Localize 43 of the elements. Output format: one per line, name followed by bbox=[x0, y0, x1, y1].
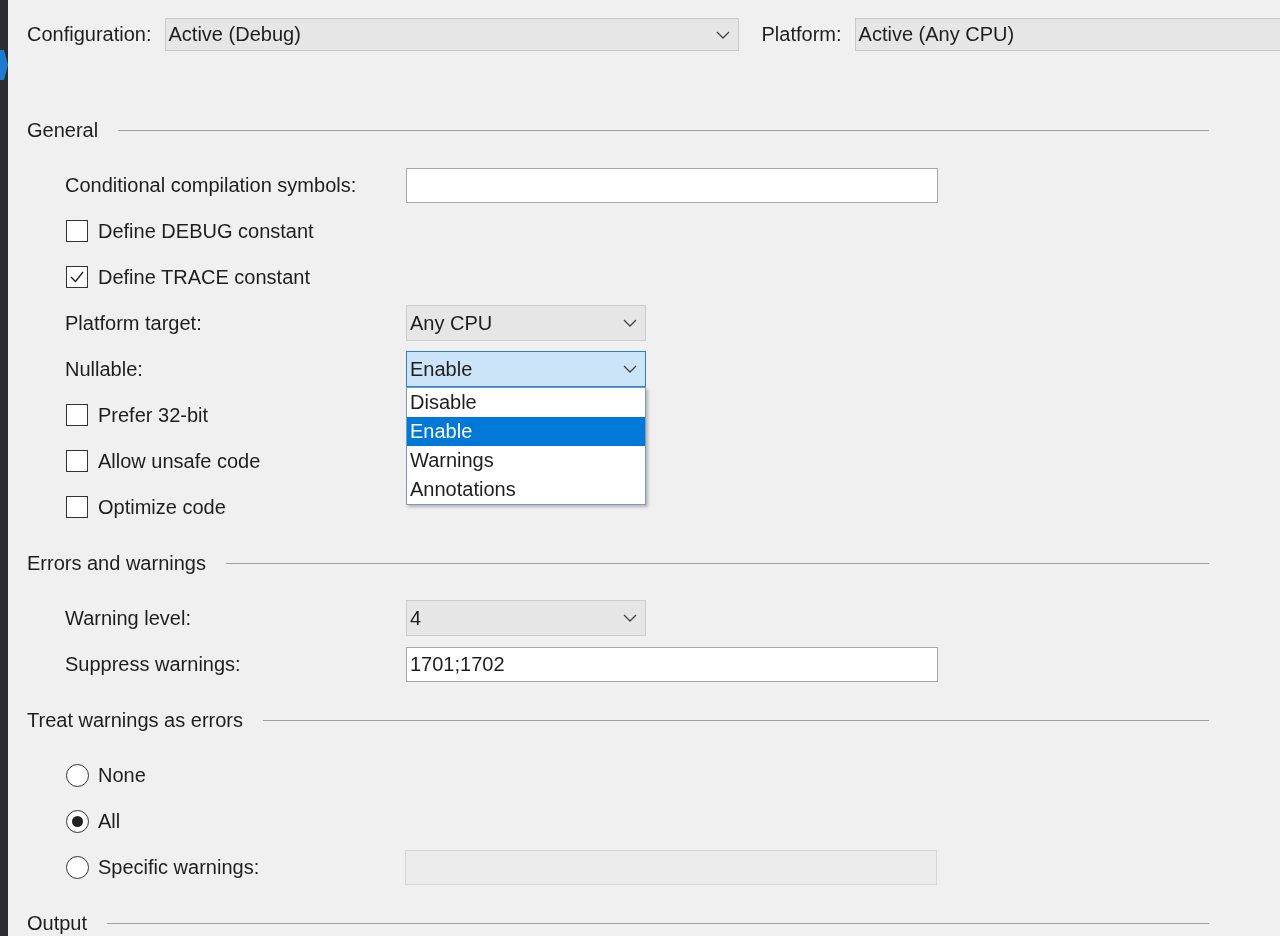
chevron-down-icon bbox=[623, 319, 637, 327]
checkbox-label: Define DEBUG constant bbox=[98, 219, 314, 243]
checkbox-label: Optimize code bbox=[98, 495, 226, 519]
dropdown-option[interactable]: Disable bbox=[407, 388, 645, 417]
dropdown[interactable]: 4 bbox=[406, 600, 646, 636]
checkbox[interactable] bbox=[66, 450, 88, 472]
radio-label: All bbox=[98, 809, 122, 833]
chevron-down-icon bbox=[623, 614, 637, 622]
dropdown[interactable]: Any CPU bbox=[406, 305, 646, 341]
checkbox-label: Allow unsafe code bbox=[98, 449, 261, 473]
dropdown-option[interactable]: Annotations bbox=[407, 475, 645, 504]
radio-label: None bbox=[98, 763, 147, 787]
field-label: Platform target: bbox=[65, 311, 203, 335]
field-label: Conditional compilation symbols: bbox=[65, 173, 358, 197]
checkbox-label: Prefer 32-bit bbox=[98, 403, 209, 427]
radio-button[interactable] bbox=[66, 809, 89, 833]
text-field[interactable]: 1701;1702 bbox=[406, 646, 938, 682]
checkbox[interactable] bbox=[66, 220, 88, 242]
chevron-down-icon bbox=[715, 30, 730, 39]
radio-label: Specific warnings: bbox=[98, 855, 261, 879]
radio-button[interactable] bbox=[66, 763, 89, 787]
tab-marker-icon bbox=[0, 50, 8, 80]
chevron-down-icon bbox=[623, 365, 637, 373]
platform-label: Platform: bbox=[761, 23, 842, 46]
field-label: Nullable: bbox=[65, 357, 144, 381]
configuration-label: Configuration: bbox=[27, 23, 152, 46]
dropdown-option[interactable]: Enable bbox=[407, 417, 645, 446]
field-label: Warning level: bbox=[65, 606, 192, 630]
section-title: General bbox=[27, 118, 99, 142]
field-label: Suppress warnings: bbox=[65, 652, 242, 676]
checkbox-label: Define TRACE constant bbox=[98, 265, 310, 289]
dropdown[interactable]: Enable bbox=[406, 351, 646, 387]
radio-button[interactable] bbox=[66, 855, 89, 879]
section-title: Treat warnings as errors bbox=[27, 708, 243, 732]
checkbox[interactable] bbox=[66, 266, 88, 288]
section-title: Errors and warnings bbox=[27, 551, 206, 575]
configuration-dropdown[interactable]: Active (Debug) bbox=[164, 18, 739, 51]
platform-dropdown[interactable]: Active (Any CPU) bbox=[854, 18, 1280, 51]
section-title: Output bbox=[27, 911, 88, 935]
checkbox[interactable] bbox=[66, 496, 88, 518]
dropdown-option[interactable]: Warnings bbox=[407, 446, 645, 475]
checkbox[interactable] bbox=[66, 404, 88, 426]
text-field[interactable] bbox=[406, 167, 938, 203]
